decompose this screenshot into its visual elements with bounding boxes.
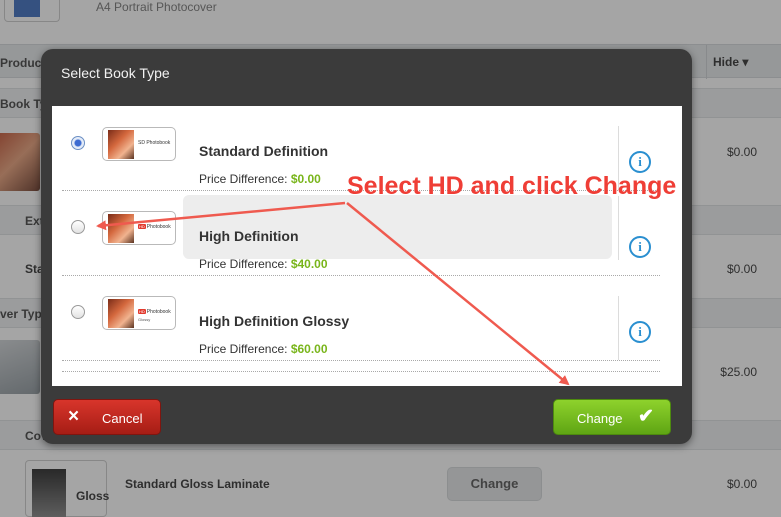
arrow-to-change-button: [346, 202, 570, 386]
annotation-arrows: [96, 201, 570, 386]
arrow-to-hd-option: [96, 201, 346, 231]
